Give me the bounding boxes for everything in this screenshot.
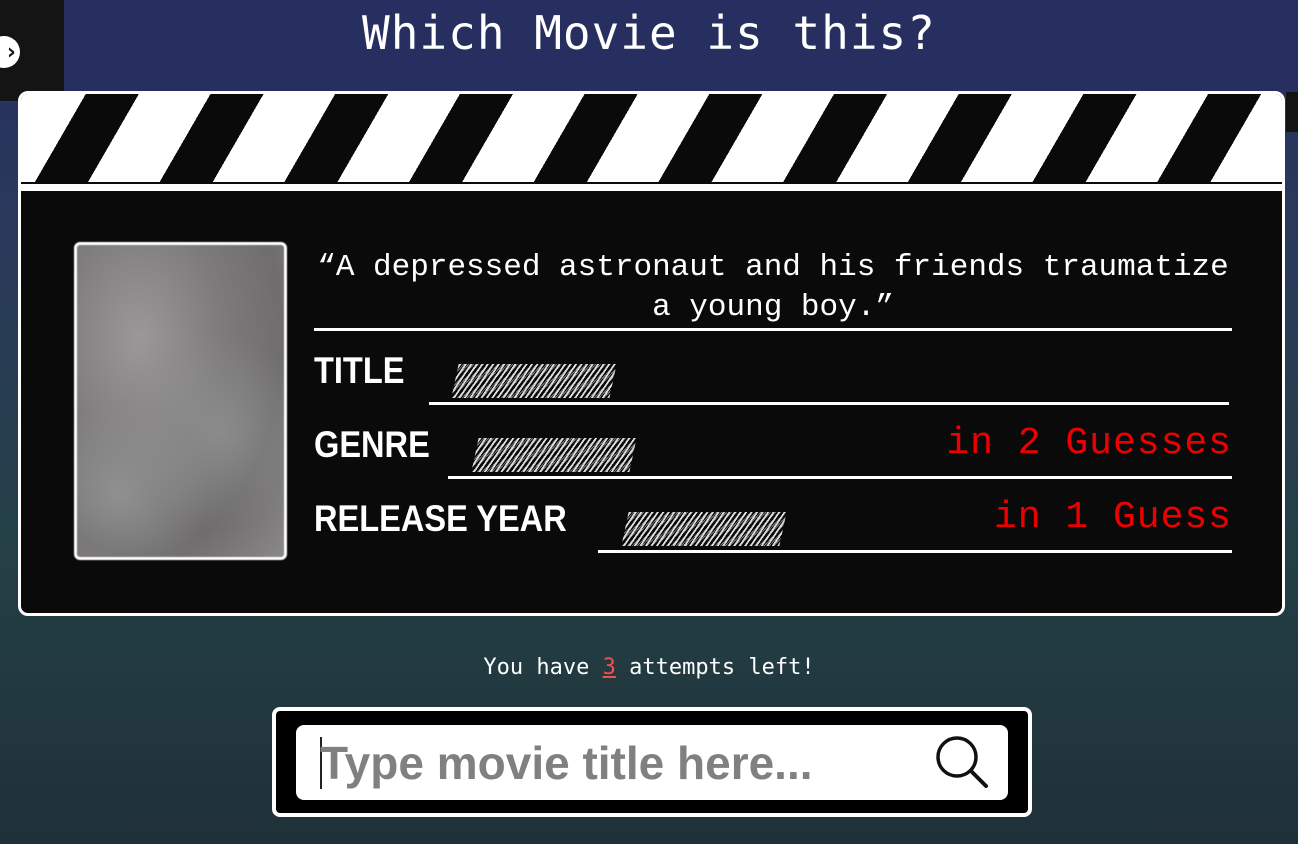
movie-title-input[interactable] — [318, 733, 922, 793]
clapper-stripes — [21, 94, 1282, 186]
search-frame — [272, 707, 1032, 817]
field-line-genre — [448, 476, 1232, 479]
attempts-suffix: attempts left! — [629, 655, 815, 680]
clapperboard-card: “A depressed astronaut and his friends t… — [18, 91, 1285, 616]
attempts-prefix: You have — [483, 655, 590, 680]
hidden-genre-scribble — [471, 438, 637, 472]
hidden-title-scribble — [451, 364, 617, 398]
movie-quote: “A depressed astronaut and his friends t… — [317, 250, 1229, 325]
field-label-genre: GENRE — [314, 424, 430, 465]
attempts-count: 3 — [602, 655, 616, 680]
blurred-poster — [74, 242, 287, 560]
field-line-title — [429, 402, 1229, 405]
right-edge-panel — [1286, 92, 1298, 132]
search-box — [296, 725, 1008, 800]
page-title: Which Movie is this? — [362, 6, 936, 60]
field-line-release-year — [598, 550, 1232, 553]
attempts-message: You have 3 attempts left! — [0, 655, 1298, 680]
clapper-divider — [21, 184, 1282, 191]
header-bar: Which Movie is this? — [0, 0, 1298, 92]
release-year-hint: in 1 Guess — [993, 496, 1232, 539]
search-icon[interactable] — [934, 734, 990, 790]
quote-divider — [314, 328, 1232, 331]
sidebar-toggle-button[interactable]: › — [0, 0, 64, 101]
field-label-release-year: RELEASE YEAR — [314, 498, 567, 539]
chevron-right-icon: › — [0, 36, 20, 68]
field-label-title: TITLE — [314, 350, 405, 391]
genre-hint: in 2 Guesses — [946, 422, 1232, 465]
